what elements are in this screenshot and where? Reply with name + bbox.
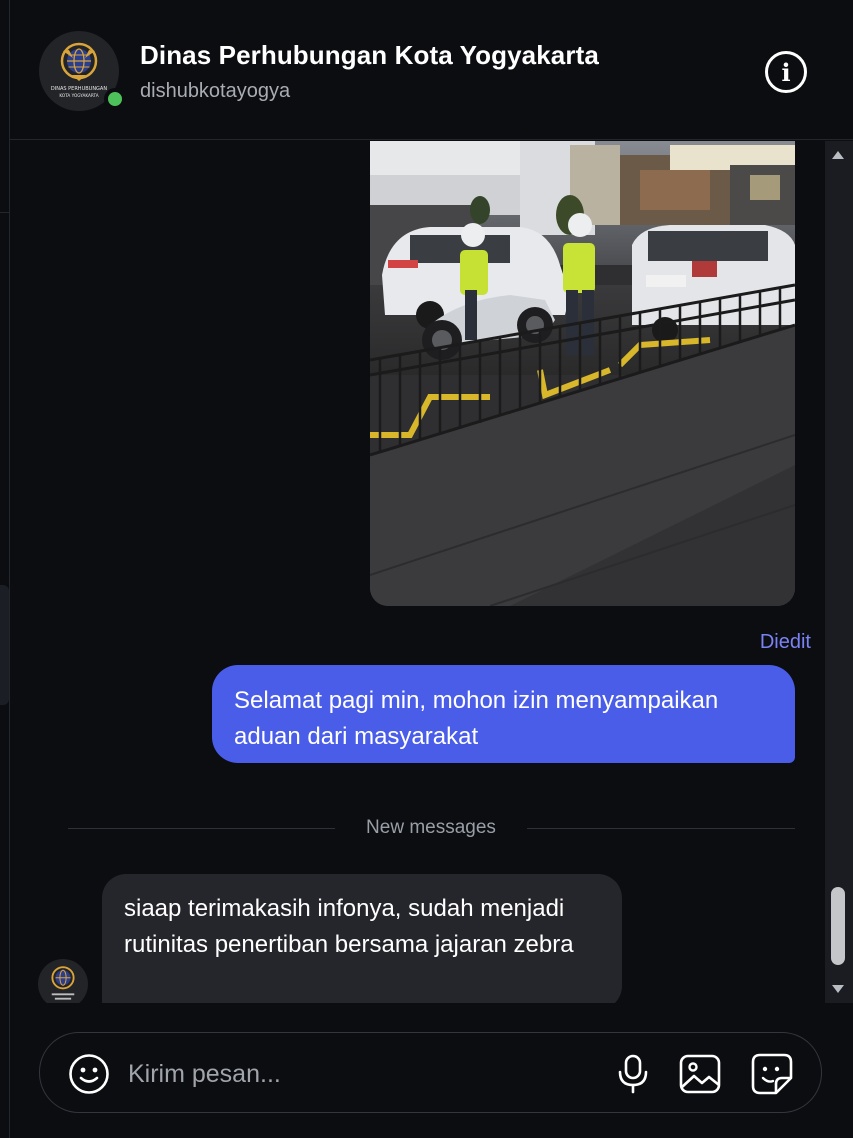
info-icon[interactable]: i: [765, 51, 807, 93]
divider-line-left: [68, 828, 335, 829]
shared-photo[interactable]: [370, 141, 795, 606]
profile-avatar[interactable]: DINAS PERHUBUNGAN KOTA YOGYAKARTA: [39, 31, 126, 111]
chat-header: DINAS PERHUBUNGAN KOTA YOGYAKARTA Dinas …: [10, 0, 853, 140]
message-input[interactable]: [128, 1053, 568, 1095]
divider-line-right: [527, 828, 795, 829]
scroll-up-arrow-icon[interactable]: [832, 151, 844, 159]
image-icon[interactable]: [678, 1052, 722, 1096]
scrollbar-thumb[interactable]: [831, 887, 845, 965]
chat-title[interactable]: Dinas Perhubungan Kota Yogyakarta: [140, 40, 599, 71]
incoming-message[interactable]: siaap terimakasih infonya, sudah menjadi…: [102, 874, 622, 1003]
chat-scrollbar[interactable]: [825, 141, 853, 1003]
dm-window: DINAS PERHUBUNGAN KOTA YOGYAKARTA Dinas …: [0, 0, 853, 1138]
svg-text:DINAS PERHUBUNGAN: DINAS PERHUBUNGAN: [51, 86, 107, 92]
sender-avatar[interactable]: [38, 959, 88, 1003]
svg-text:KOTA YOGYAKARTA: KOTA YOGYAKARTA: [59, 93, 98, 98]
new-messages-divider: New messages: [68, 817, 795, 841]
online-status-dot: [104, 88, 126, 110]
sticker-icon[interactable]: [750, 1052, 794, 1096]
chat-username: dishubkotayogya: [140, 80, 291, 102]
left-panel-divider: [0, 212, 10, 213]
left-panel-handle[interactable]: [0, 585, 9, 705]
outgoing-message[interactable]: Selamat pagi min, mohon izin menyampaika…: [212, 665, 795, 763]
left-panel-edge: [0, 0, 10, 1138]
scroll-down-arrow-icon[interactable]: [832, 985, 844, 993]
microphone-icon[interactable]: [613, 1053, 653, 1095]
message-composer: [39, 1032, 822, 1113]
new-messages-label: New messages: [366, 817, 496, 838]
emoji-icon[interactable]: [68, 1053, 110, 1095]
edited-label: Diedit: [759, 631, 811, 653]
message-list: Diedit Selamat pagi min, mohon izin meny…: [10, 141, 825, 1003]
